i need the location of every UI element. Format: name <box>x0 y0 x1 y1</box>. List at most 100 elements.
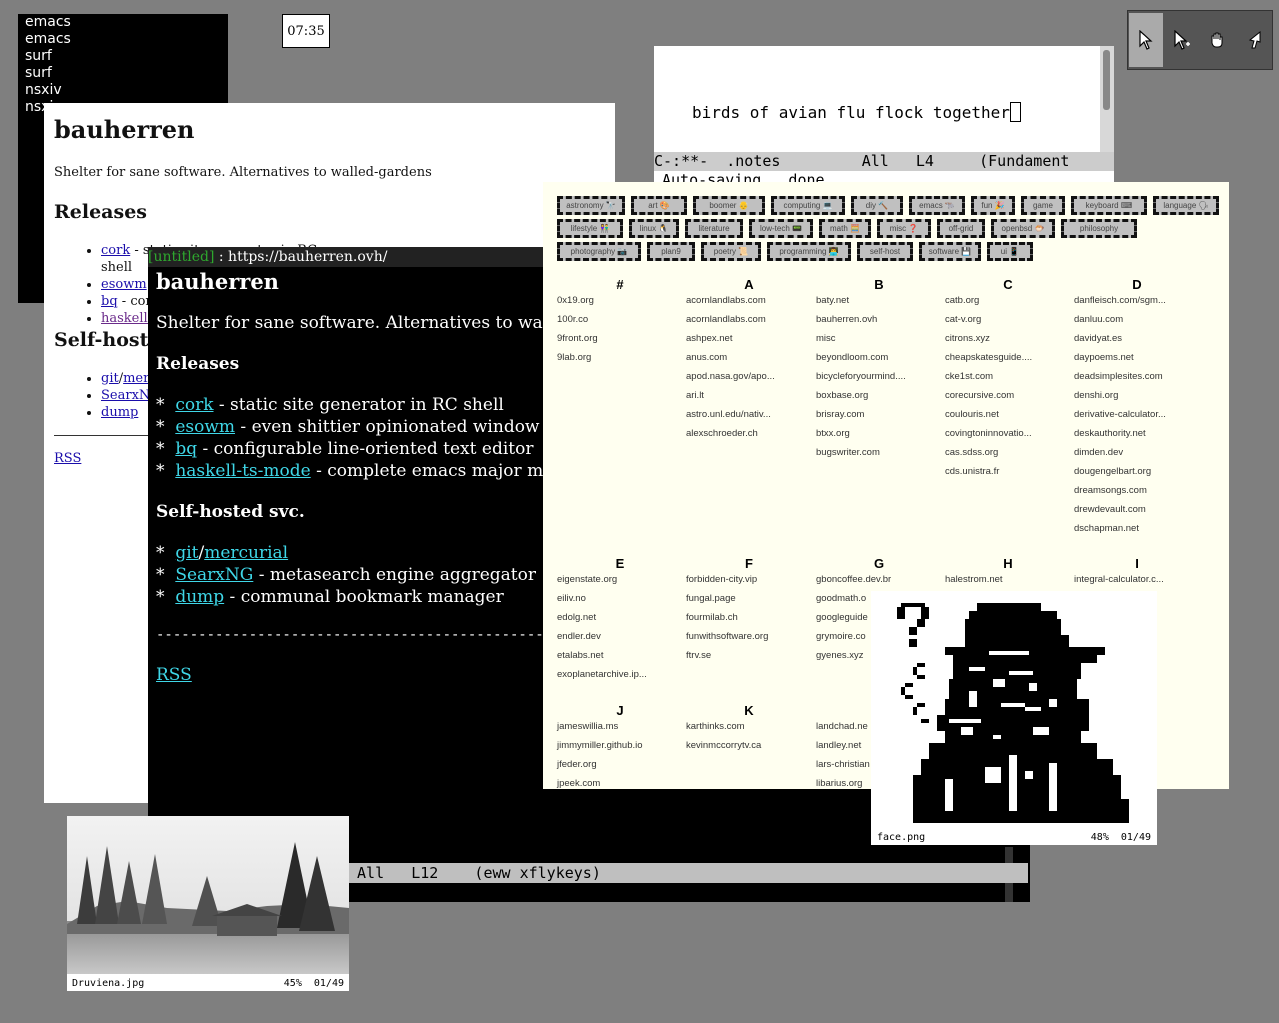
bookmark-link[interactable]: bugswriter.com <box>816 447 880 458</box>
bookmark-link[interactable]: ari.lt <box>686 390 704 401</box>
bookmark-link[interactable]: coulouris.net <box>945 409 999 420</box>
tag-button[interactable]: diy 🔨 <box>851 196 903 215</box>
window-list-item[interactable]: emacs <box>18 31 228 48</box>
release-link-cork[interactable]: cork <box>175 395 213 415</box>
release-link-bq[interactable]: bq <box>101 294 118 309</box>
arrow-icon[interactable] <box>1237 13 1271 67</box>
bookmark-link[interactable]: jameswillia.ms <box>557 721 618 732</box>
bookmark-link[interactable]: 9lab.org <box>557 352 591 363</box>
selfhost-link-git[interactable]: git <box>175 543 198 563</box>
bookmark-link[interactable]: baty.net <box>816 295 849 306</box>
bookmark-link[interactable]: jimmymiller.github.io <box>557 740 643 751</box>
tag-button[interactable]: openbsd 🐡 <box>991 219 1055 238</box>
tag-button[interactable]: boomer 👴 <box>693 196 765 215</box>
tag-button[interactable]: math 🧮 <box>819 219 871 238</box>
tag-button[interactable]: programming 👨‍💻 <box>767 242 851 261</box>
window-list-item[interactable]: emacs <box>18 14 228 31</box>
bookmark-link[interactable]: citrons.xyz <box>945 333 990 344</box>
bookmark-link[interactable]: corecursive.com <box>945 390 1014 401</box>
bookmark-link[interactable]: kevinmccorrytv.ca <box>686 740 761 751</box>
tag-button[interactable]: ui 📱 <box>987 242 1033 261</box>
bookmark-link[interactable]: eiliv.no <box>557 593 586 604</box>
bookmark-link[interactable]: alexschroeder.ch <box>686 428 758 439</box>
bookmark-link[interactable]: integral-calculator.c... <box>1074 574 1164 585</box>
bookmark-link[interactable]: deadsimplesites.com <box>1074 371 1163 382</box>
bookmark-link[interactable]: funwithsoftware.org <box>686 631 768 642</box>
tag-button[interactable]: game <box>1021 196 1065 215</box>
tag-button[interactable]: art 🎨 <box>631 196 687 215</box>
bookmark-link[interactable]: drewdevault.com <box>1074 504 1146 515</box>
bookmark-link[interactable]: jpeek.com <box>557 778 600 789</box>
scrollbar-thumb[interactable] <box>1103 50 1110 110</box>
tag-button[interactable]: keyboard ⌨ <box>1071 196 1147 215</box>
bookmark-link[interactable]: btxx.org <box>816 428 850 439</box>
tag-button[interactable]: plan9 <box>647 242 695 261</box>
bookmark-link[interactable]: landley.net <box>816 740 861 751</box>
pointer-plus-icon[interactable] <box>1165 13 1199 67</box>
bookmark-link[interactable]: denshi.org <box>1074 390 1118 401</box>
bookmark-link[interactable]: apod.nasa.gov/apo... <box>686 371 775 382</box>
tag-button[interactable]: poetry 📜 <box>701 242 761 261</box>
bookmark-link[interactable]: fungal.page <box>686 593 736 604</box>
pointer-icon[interactable] <box>1129 13 1163 67</box>
selfhost-link-dump[interactable]: dump <box>101 405 138 420</box>
bookmark-link[interactable]: halestrom.net <box>945 574 1003 585</box>
tag-button[interactable]: language 🗣 <box>1153 196 1219 215</box>
selfhost-link-git[interactable]: git <box>101 371 119 386</box>
bookmark-link[interactable]: libarius.org <box>816 778 862 789</box>
rss-link[interactable]: RSS <box>54 451 81 466</box>
bookmark-link[interactable]: anus.com <box>686 352 727 363</box>
bookmark-link[interactable]: ftrv.se <box>686 650 711 661</box>
bookmark-link[interactable]: grymoire.co <box>816 631 866 642</box>
bookmark-link[interactable]: 100r.co <box>557 314 588 325</box>
bookmark-link[interactable]: daypoems.net <box>1074 352 1134 363</box>
bookmark-link[interactable]: danluu.com <box>1074 314 1123 325</box>
tag-button[interactable]: lifestyle 👫 <box>557 219 623 238</box>
rss-link[interactable]: RSS <box>156 665 192 685</box>
bookmark-link[interactable]: jfeder.org <box>557 759 597 770</box>
bookmark-link[interactable]: forbidden-city.vip <box>686 574 757 585</box>
tag-button[interactable]: off-grid <box>937 219 985 238</box>
bookmark-link[interactable]: bicycleforyourmind.... <box>816 371 906 382</box>
tag-button[interactable]: astronomy 🔭 <box>557 196 625 215</box>
bookmark-link[interactable]: covingtoninnovatio... <box>945 428 1032 439</box>
bookmark-link[interactable]: dimden.dev <box>1074 447 1123 458</box>
bookmark-link[interactable]: boxbase.org <box>816 390 868 401</box>
tag-button[interactable]: linux 🐧 <box>629 219 679 238</box>
bookmark-link[interactable]: ashpex.net <box>686 333 732 344</box>
bookmark-link[interactable]: edolg.net <box>557 612 596 623</box>
release-link-esowm[interactable]: esowm <box>101 277 147 292</box>
bookmark-link[interactable]: 0x19.org <box>557 295 594 306</box>
tag-button[interactable]: philosophy <box>1061 219 1137 238</box>
bookmark-link[interactable]: catb.org <box>945 295 979 306</box>
tag-button[interactable]: misc ❓ <box>877 219 931 238</box>
tag-button[interactable]: literature <box>685 219 743 238</box>
release-link-esowm[interactable]: esowm <box>175 417 235 437</box>
editor-text[interactable]: birds of avian flu flock together <box>692 102 1021 122</box>
bookmark-link[interactable]: acornlandlabs.com <box>686 314 766 325</box>
scrollbar[interactable] <box>1100 46 1114 152</box>
selfhost-link-dump[interactable]: dump <box>175 587 224 607</box>
bookmark-link[interactable]: acornlandlabs.com <box>686 295 766 306</box>
bookmark-link[interactable]: goodmath.o <box>816 593 866 604</box>
release-link-cork[interactable]: cork <box>101 243 130 258</box>
release-link-bq[interactable]: bq <box>175 439 197 459</box>
bookmark-link[interactable]: googleguide <box>816 612 868 623</box>
bookmark-link[interactable]: astro.unl.edu/nativ... <box>686 409 771 420</box>
window-list-item[interactable]: surf <box>18 48 228 65</box>
bookmark-link[interactable]: brisray.com <box>816 409 864 420</box>
bookmark-link[interactable]: cas.sdss.org <box>945 447 998 458</box>
tag-button[interactable]: emacs 🐃 <box>909 196 965 215</box>
bookmark-link[interactable]: endler.dev <box>557 631 601 642</box>
bookmark-link[interactable]: landchad.ne <box>816 721 868 732</box>
bookmark-link[interactable]: lars-christian <box>816 759 870 770</box>
bookmark-link[interactable]: 9front.org <box>557 333 598 344</box>
bookmark-link[interactable]: eigenstate.org <box>557 574 617 585</box>
bookmark-link[interactable]: cheapskatesguide.... <box>945 352 1032 363</box>
bookmark-link[interactable]: beyondloom.com <box>816 352 888 363</box>
bookmark-link[interactable]: misc <box>816 333 836 344</box>
bookmark-link[interactable]: gyenes.xyz <box>816 650 864 661</box>
hand-icon[interactable] <box>1201 13 1235 67</box>
window-list-item[interactable]: surf <box>18 65 228 82</box>
bookmark-link[interactable]: cat-v.org <box>945 314 981 325</box>
